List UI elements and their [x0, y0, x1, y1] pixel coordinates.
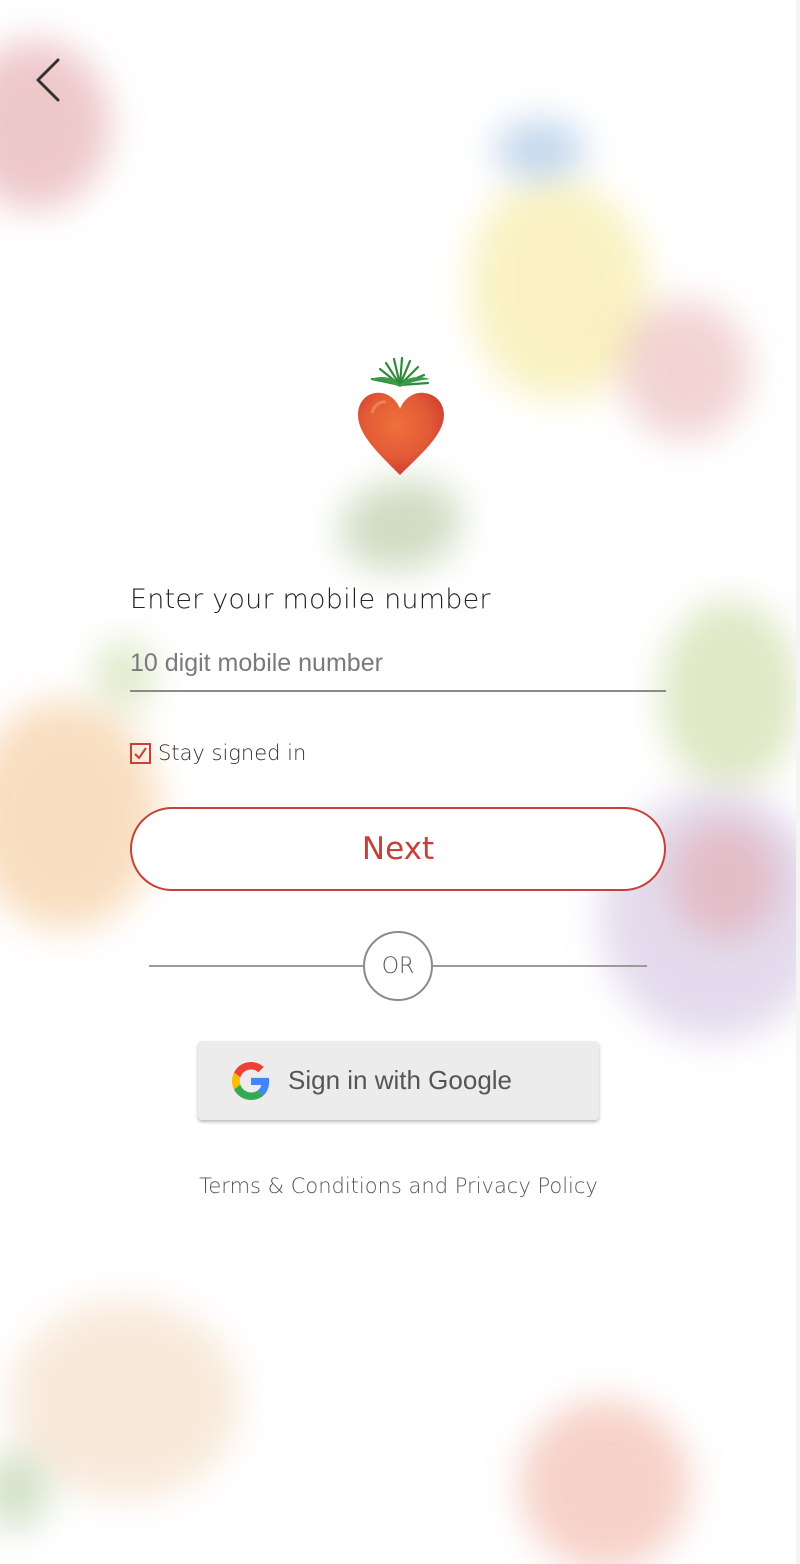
mobile-number-input[interactable]	[130, 636, 666, 692]
strawberry-heart-logo	[358, 356, 444, 475]
chevron-left-icon	[36, 58, 60, 102]
or-label: OR	[363, 931, 433, 1001]
privacy-policy-link[interactable]: Privacy Policy	[455, 1174, 598, 1198]
login-screen: Enter your mobile number Stay signed in …	[0, 0, 800, 1564]
stay-signed-in-checkbox[interactable]	[130, 742, 151, 764]
sign-in-with-google-label: Sign in with Google	[288, 1065, 513, 1095]
terms-link[interactable]: Terms & Conditions	[199, 1174, 402, 1198]
stay-signed-in-label: Stay signed in	[158, 741, 307, 765]
window-edge	[796, 0, 800, 1564]
divider-line-right	[433, 965, 647, 967]
terms-footer: Terms & Conditions and Privacy Policy	[0, 1174, 797, 1198]
sign-in-with-google-button[interactable]: Sign in with Google	[198, 1041, 599, 1120]
google-g-icon	[232, 1061, 270, 1100]
back-button[interactable]	[26, 52, 76, 108]
next-button[interactable]: Next	[130, 807, 666, 891]
divider-line-left	[149, 965, 364, 967]
checkmark-icon	[134, 746, 147, 760]
or-divider: OR	[149, 931, 647, 1001]
terms-and-text: and	[408, 1174, 449, 1198]
stay-signed-in-toggle[interactable]: Stay signed in	[130, 738, 306, 768]
mobile-number-label: Enter your mobile number	[130, 584, 491, 615]
